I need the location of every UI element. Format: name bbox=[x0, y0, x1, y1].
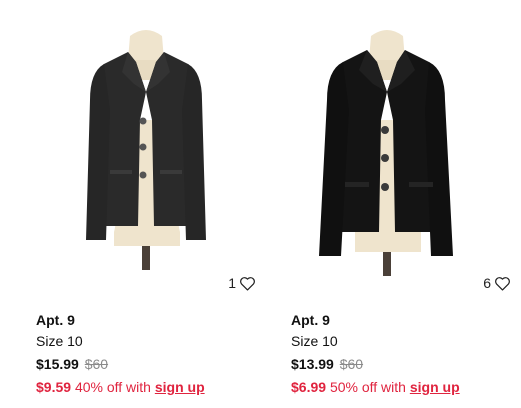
current-price: $15.99 bbox=[36, 356, 79, 372]
current-price: $13.99 bbox=[291, 356, 334, 372]
like-count: 1 bbox=[228, 275, 236, 291]
heart-outline-icon bbox=[495, 276, 510, 291]
product-size: Size 10 bbox=[291, 333, 338, 349]
sign-up-link[interactable]: sign up bbox=[155, 379, 205, 395]
heart-outline-icon bbox=[240, 276, 255, 291]
promo-line: $9.59 40% off with sign up bbox=[36, 377, 262, 397]
product-size: Size 10 bbox=[36, 333, 83, 349]
product-brand: Apt. 9 bbox=[36, 312, 75, 328]
product-card[interactable]: 6 Apt. 9 Size 10 $13.99 $60 $6.99 50% of… bbox=[285, 0, 517, 408]
price-line: $15.99 $60 bbox=[36, 354, 262, 374]
blazer-photo bbox=[319, 30, 453, 276]
like-count: 6 bbox=[483, 275, 491, 291]
like-button[interactable]: 1 bbox=[228, 274, 256, 292]
blazer-photo bbox=[86, 30, 206, 270]
promo-price: $9.59 bbox=[36, 379, 72, 395]
product-brand: Apt. 9 bbox=[291, 312, 330, 328]
sign-up-link[interactable]: sign up bbox=[410, 379, 460, 395]
price-line: $13.99 $60 bbox=[291, 354, 517, 374]
product-info: Apt. 9 Size 10 $15.99 $60 $9.59 40% off … bbox=[36, 310, 262, 397]
promo-text: 40% off with bbox=[74, 379, 151, 395]
product-info: Apt. 9 Size 10 $13.99 $60 $6.99 50% off … bbox=[291, 310, 517, 397]
product-image[interactable] bbox=[30, 0, 262, 300]
original-price: $60 bbox=[84, 356, 109, 372]
product-card[interactable]: 1 Apt. 9 Size 10 $15.99 $60 $9.59 40% of… bbox=[30, 0, 262, 408]
product-image[interactable] bbox=[285, 0, 517, 300]
product-grid: 1 Apt. 9 Size 10 $15.99 $60 $9.59 40% of… bbox=[0, 0, 521, 408]
promo-price: $6.99 bbox=[291, 379, 327, 395]
like-button[interactable]: 6 bbox=[483, 274, 511, 292]
promo-text: 50% off with bbox=[329, 379, 406, 395]
promo-line: $6.99 50% off with sign up bbox=[291, 377, 517, 397]
original-price: $60 bbox=[339, 356, 364, 372]
